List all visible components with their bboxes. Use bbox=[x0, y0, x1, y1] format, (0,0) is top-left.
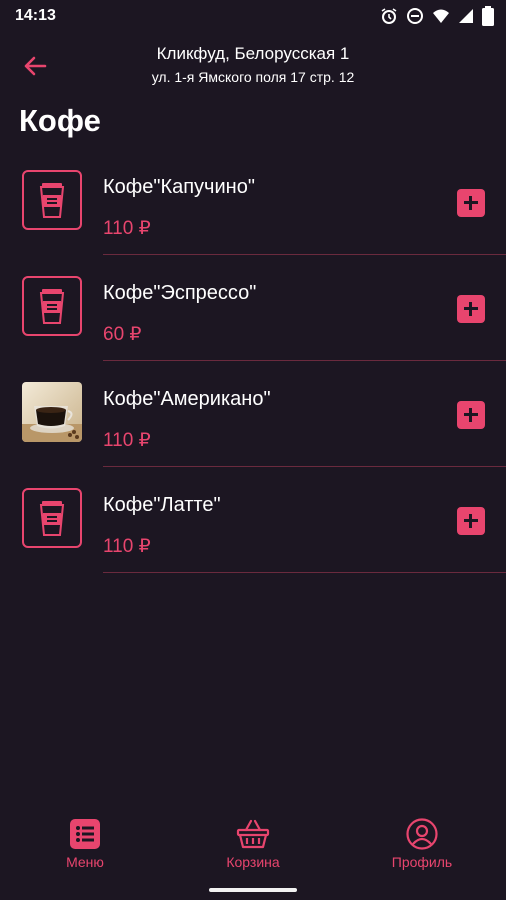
product-price: 110 ₽ bbox=[103, 218, 151, 239]
product-image bbox=[22, 382, 82, 442]
add-to-cart-button[interactable] bbox=[457, 507, 485, 535]
product-price: 60 ₽ bbox=[103, 324, 142, 345]
nav-label: Корзина bbox=[226, 854, 280, 870]
coffee-cup-icon bbox=[39, 183, 65, 218]
product-price: 110 ₽ bbox=[103, 536, 151, 557]
product-name: Кофе"Латте" bbox=[103, 494, 221, 516]
signal-icon bbox=[459, 9, 473, 23]
bottom-nav: Меню Корзина Профиль bbox=[0, 808, 506, 882]
list-item[interactable]: Кофе"Эспрессо" 60 ₽ bbox=[0, 255, 506, 361]
list-item[interactable]: Кофе"Латте" 110 ₽ bbox=[0, 467, 506, 573]
nav-item-cart[interactable]: Корзина bbox=[193, 818, 313, 870]
header-subtitle: ул. 1-я Ямского поля 17 стр. 12 bbox=[151, 69, 355, 85]
coffee-cup-icon bbox=[39, 501, 65, 536]
header-title: Кликфуд, Белорусская 1 bbox=[156, 44, 350, 63]
add-to-cart-button[interactable] bbox=[457, 189, 485, 217]
nav-label: Профиль bbox=[391, 854, 453, 870]
product-name: Кофе"Американо" bbox=[103, 388, 271, 410]
status-bar: 14:13 bbox=[0, 0, 506, 34]
alarm-icon bbox=[381, 8, 397, 24]
basket-icon bbox=[236, 819, 270, 849]
product-image bbox=[22, 276, 82, 336]
status-icons bbox=[380, 6, 494, 26]
profile-icon bbox=[406, 818, 438, 850]
product-image bbox=[22, 170, 82, 230]
product-price: 110 ₽ bbox=[103, 430, 151, 451]
coffee-cup-icon bbox=[39, 289, 65, 324]
nav-item-menu[interactable]: Меню bbox=[25, 818, 145, 870]
header: Кликфуд, Белорусская 1 ул. 1-я Ямского п… bbox=[0, 34, 506, 98]
americano-photo bbox=[22, 382, 82, 442]
list-item[interactable]: Кофе"Капучино" 110 ₽ bbox=[0, 149, 506, 255]
page-title: Кофе bbox=[19, 103, 101, 138]
nav-item-profile[interactable]: Профиль bbox=[362, 818, 482, 870]
do-not-disturb-icon bbox=[407, 8, 423, 24]
battery-icon bbox=[482, 6, 494, 26]
product-image bbox=[22, 488, 82, 548]
product-name: Кофе"Капучино" bbox=[103, 176, 255, 198]
status-time: 14:13 bbox=[15, 7, 56, 24]
product-name: Кофе"Эспрессо" bbox=[103, 282, 257, 304]
wifi-icon bbox=[433, 9, 449, 23]
menu-list-icon bbox=[70, 819, 100, 849]
add-to-cart-button[interactable] bbox=[457, 401, 485, 429]
nav-label: Меню bbox=[66, 854, 104, 870]
gesture-bar[interactable] bbox=[209, 888, 297, 892]
list-item[interactable]: Кофе"Американо" 110 ₽ bbox=[0, 361, 506, 467]
product-list: Кофе"Капучино" 110 ₽ Кофе"Эспрессо" 60 ₽ bbox=[0, 149, 506, 573]
add-to-cart-button[interactable] bbox=[457, 295, 485, 323]
divider bbox=[103, 572, 506, 573]
